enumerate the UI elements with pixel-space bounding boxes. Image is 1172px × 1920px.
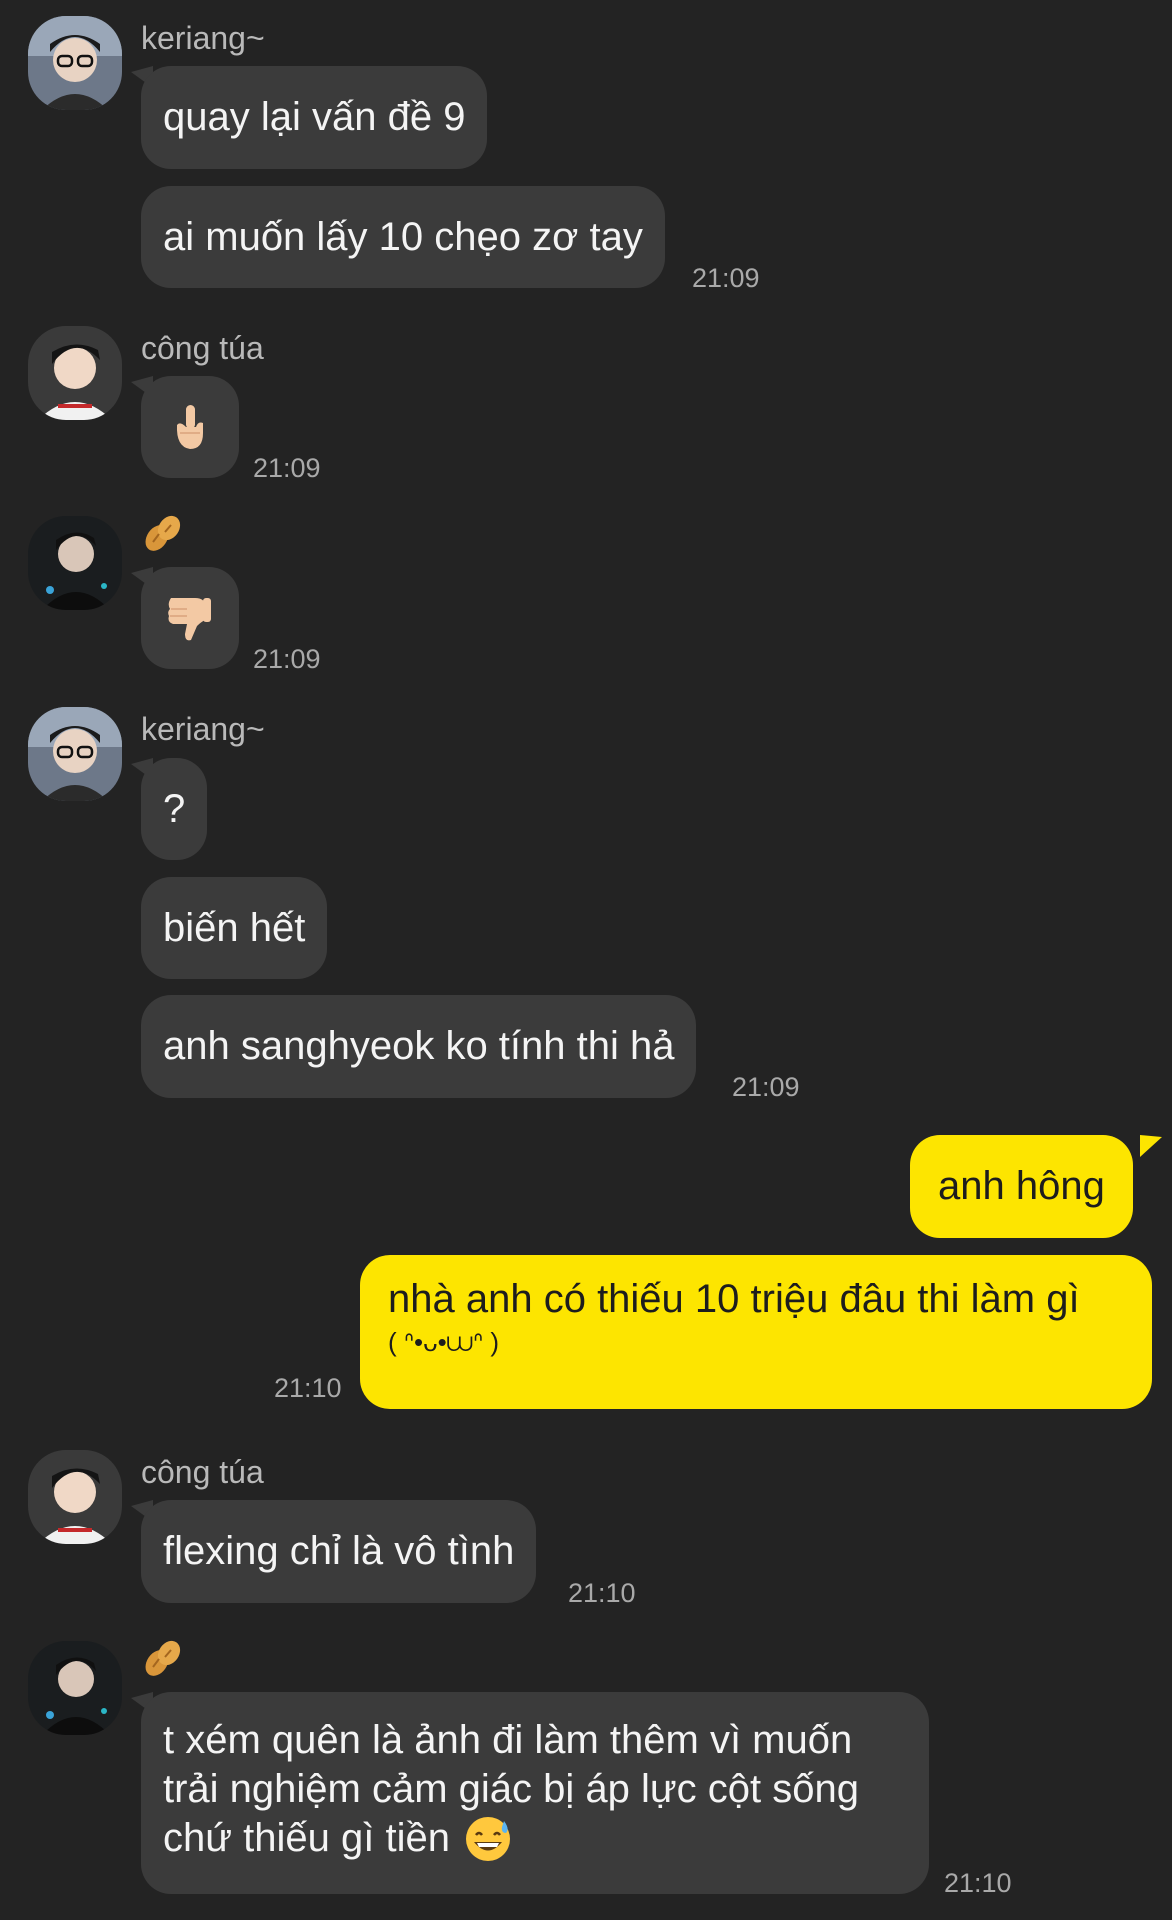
avatar-cong-tua[interactable] bbox=[28, 1450, 122, 1544]
message-text: flexing chỉ là vô tình bbox=[163, 1529, 515, 1573]
message-text: nhà anh có thiếu 10 triệu đâu thi làm gì bbox=[388, 1277, 1080, 1321]
message-bubble[interactable]: flexing chỉ là vô tình bbox=[141, 1500, 537, 1603]
timestamp: 21:10 bbox=[274, 1373, 342, 1403]
sender-name: keriang~ bbox=[141, 20, 265, 56]
my-message-bubble[interactable]: nhà anh có thiếu 10 triệu đâu thi làm gì… bbox=[360, 1255, 1152, 1409]
timestamp: 21:09 bbox=[732, 1072, 800, 1102]
message-text: quay lại vấn đề 9 bbox=[163, 95, 466, 139]
middle-finger-emoji bbox=[176, 405, 203, 449]
message-bubble[interactable]: quay lại vấn đề 9 bbox=[141, 66, 488, 169]
avatar-peanut-user[interactable] bbox=[28, 1641, 122, 1735]
sender-name: keriang~ bbox=[141, 711, 265, 747]
timestamp: 21:10 bbox=[944, 1868, 1012, 1898]
timestamp: 21:09 bbox=[253, 644, 321, 674]
message-text: anh hông bbox=[938, 1164, 1105, 1208]
message-bubble[interactable]: biến hết bbox=[141, 877, 328, 979]
avatar-cong-tua[interactable] bbox=[28, 326, 122, 420]
message-text: ai muốn lấy 10 chẹo zơ tay bbox=[163, 215, 643, 259]
peanut-icon bbox=[145, 1640, 181, 1676]
sender-name: công túa bbox=[141, 330, 264, 366]
peanut-icon bbox=[145, 515, 181, 551]
message-bubble[interactable]: ? bbox=[141, 758, 208, 860]
kaomoji-text: ( ᐢ•ᴗ•⩊ᐢ ) bbox=[388, 1327, 499, 1357]
grinning-sweat-emoji bbox=[465, 1816, 510, 1861]
avatar-peanut-user[interactable] bbox=[28, 516, 122, 610]
message-text: ? bbox=[163, 787, 186, 831]
avatar-keriang[interactable] bbox=[28, 16, 122, 110]
my-message-bubble[interactable]: anh hông bbox=[910, 1135, 1133, 1238]
message-text: trải nghiệm cảm giác bị áp lực cột sống bbox=[163, 1767, 859, 1811]
message-text: biến hết bbox=[163, 906, 306, 950]
message-bubble[interactable]: anh sanghyeok ko tính thi hả bbox=[141, 995, 697, 1098]
bubble-tail bbox=[1140, 1135, 1162, 1157]
message-text: t xém quên là ảnh đi làm thêm vì muốn bbox=[163, 1718, 853, 1762]
timestamp: 21:09 bbox=[692, 263, 760, 293]
message-text: anh sanghyeok ko tính thi hả bbox=[163, 1024, 675, 1068]
message-bubble[interactable]: ai muốn lấy 10 chẹo zơ tay bbox=[141, 186, 665, 288]
timestamp: 21:09 bbox=[253, 453, 321, 483]
thumbs-down-emoji bbox=[168, 598, 211, 641]
sender-name: công túa bbox=[141, 1454, 264, 1490]
message-bubble[interactable] bbox=[141, 567, 239, 669]
message-bubble[interactable] bbox=[141, 376, 239, 478]
message-bubble[interactable]: t xém quên là ảnh đi làm thêm vì muốn tr… bbox=[141, 1692, 929, 1894]
timestamp: 21:10 bbox=[568, 1578, 636, 1608]
avatar-keriang[interactable] bbox=[28, 707, 122, 801]
message-text: chứ thiếu gì tiền bbox=[163, 1816, 450, 1860]
